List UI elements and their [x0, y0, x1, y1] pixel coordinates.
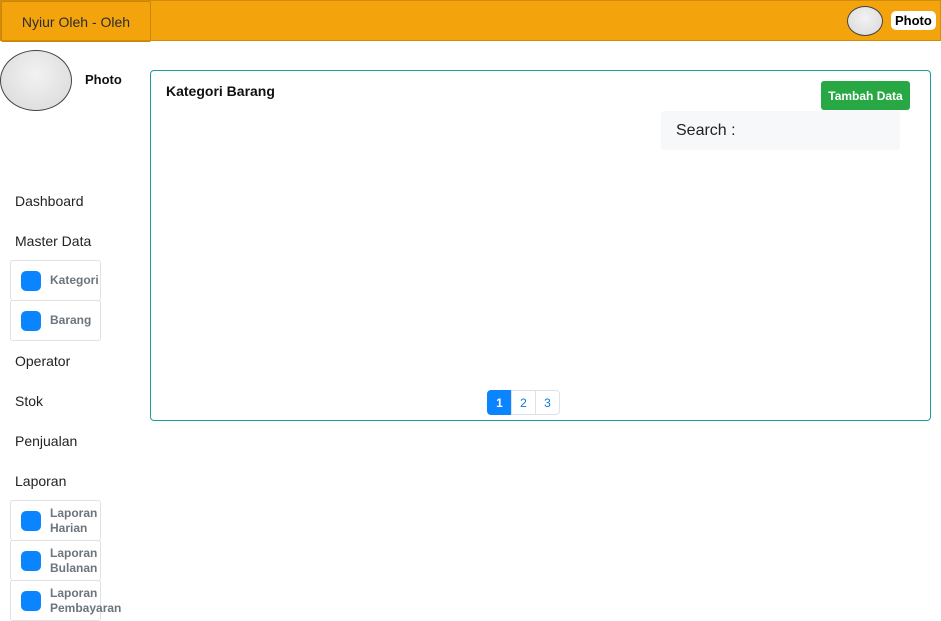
sidebar-item-operator[interactable]: Operator	[15, 353, 70, 369]
square-icon	[21, 591, 41, 611]
square-icon	[21, 511, 41, 531]
brand-button[interactable]: Nyiur Oleh - Oleh	[1, 1, 151, 42]
page-title: Kategori Barang	[166, 83, 275, 99]
sidebar-item-laporan[interactable]: Laporan	[15, 473, 66, 489]
square-icon	[21, 271, 41, 291]
sidebar-subitem-label: Laporan Harian	[50, 505, 98, 535]
sidebar-item-stok[interactable]: Stok	[15, 393, 43, 409]
search-box: Search :	[661, 111, 925, 150]
pagination: 1 2 3	[487, 390, 560, 415]
header-avatar[interactable]	[847, 6, 883, 36]
sidebar-subitem-barang[interactable]: Barang	[10, 300, 101, 341]
search-label: Search :	[676, 121, 736, 139]
sidebar-subitem-label: Barang	[50, 313, 92, 327]
sidebar-avatar	[0, 50, 72, 111]
page-1-button[interactable]: 1	[487, 390, 512, 415]
page-3-button[interactable]: 3	[535, 390, 560, 415]
page-2-button[interactable]: 2	[511, 390, 536, 415]
sidebar-subitem-label: Laporan Bulanan	[50, 545, 98, 575]
search-input[interactable]	[739, 114, 925, 147]
sidebar-photo-label: Photo	[85, 72, 122, 87]
sidebar-subitem-kategori[interactable]: Kategori	[10, 260, 101, 301]
kategori-panel: Kategori Barang Tambah Data Search : 1 2…	[150, 70, 931, 421]
sidebar-item-penjualan[interactable]: Penjualan	[15, 433, 77, 449]
sidebar-subitem-label: Laporan Pembayaran	[50, 585, 122, 615]
sidebar-subitem-laporan-pembayaran[interactable]: Laporan Pembayaran	[10, 580, 121, 621]
sidebar-item-master-data[interactable]: Master Data	[15, 233, 91, 249]
top-navbar: Nyiur Oleh - Oleh Photo	[0, 0, 941, 42]
sidebar-item-dashboard[interactable]: Dashboard	[15, 193, 84, 209]
sidebar-subitem-label: Kategori	[50, 273, 99, 287]
add-data-button[interactable]: Tambah Data	[821, 81, 910, 110]
sidebar-subitem-laporan-harian[interactable]: Laporan Harian	[10, 500, 101, 541]
square-icon	[21, 311, 41, 331]
sidebar-subitem-laporan-bulanan[interactable]: Laporan Bulanan	[10, 540, 101, 581]
square-icon	[21, 551, 41, 571]
header-photo-label[interactable]: Photo	[891, 11, 936, 30]
